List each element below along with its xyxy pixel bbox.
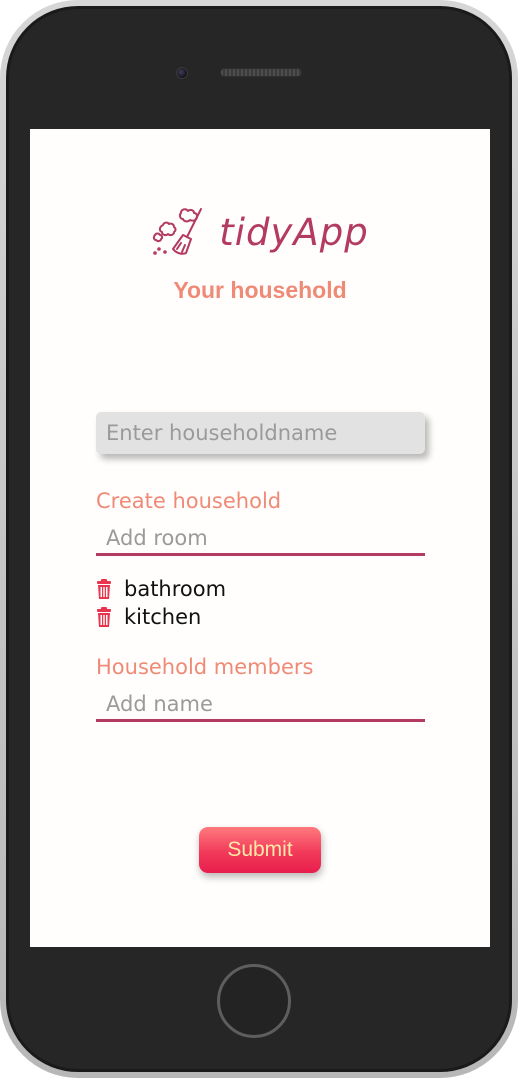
submit-button[interactable]: Submit bbox=[199, 827, 321, 873]
home-button[interactable] bbox=[217, 964, 291, 1038]
speaker-grille bbox=[220, 68, 302, 77]
camera-icon bbox=[176, 67, 188, 79]
room-list-item: kitchen bbox=[96, 603, 226, 631]
add-member-input[interactable] bbox=[96, 688, 425, 722]
app-title: tidyApp bbox=[219, 210, 369, 254]
room-name: bathroom bbox=[124, 577, 227, 601]
household-name-input[interactable] bbox=[96, 412, 425, 454]
phone-frame: tidyApp Your household Create household … bbox=[0, 0, 518, 1078]
add-room-input[interactable] bbox=[96, 522, 425, 556]
page-subtitle: Your household bbox=[173, 277, 347, 303]
app-header: tidyApp bbox=[30, 207, 490, 257]
broom-icon bbox=[153, 208, 203, 255]
trash-icon[interactable] bbox=[96, 579, 112, 599]
room-name: kitchen bbox=[124, 605, 202, 629]
room-list-item: bathroom bbox=[96, 575, 226, 603]
room-list: bathroom kitchen bbox=[96, 575, 226, 631]
app-screen: tidyApp Your household Create household … bbox=[30, 129, 490, 947]
household-members-label: Household members bbox=[96, 655, 314, 679]
create-household-label: Create household bbox=[96, 489, 282, 513]
trash-icon[interactable] bbox=[96, 607, 112, 627]
